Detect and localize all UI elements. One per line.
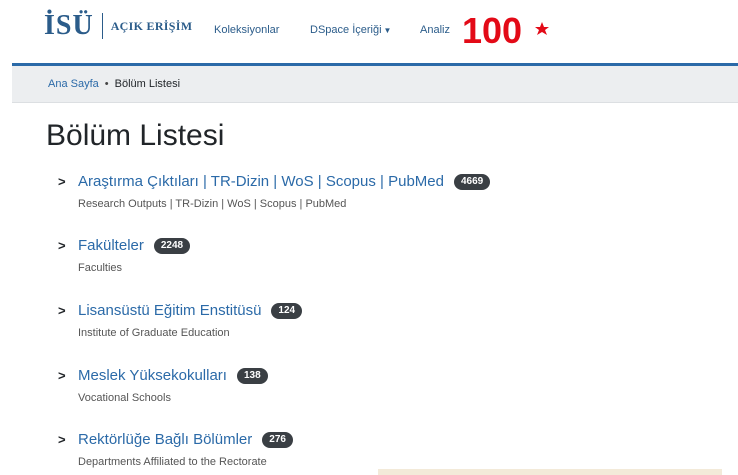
site-logo[interactable]: İSÜ AÇIK ERİŞİM [44, 12, 192, 40]
chevron-right-icon[interactable]: > [58, 303, 66, 318]
item-title-link[interactable]: Rektörlüğe Bağlı Bölümler [78, 430, 252, 450]
count-badge: 2248 [153, 238, 191, 254]
anniversary-100-text: 100 [462, 10, 522, 50]
logo-divider [101, 13, 103, 39]
count-badge: 4669 [453, 174, 491, 190]
breadcrumb-current: Bölüm Listesi [114, 78, 181, 90]
star-icon [535, 22, 549, 35]
logo-subtitle: AÇIK ERİŞİM [110, 18, 193, 33]
chevron-right-icon[interactable]: > [58, 238, 66, 253]
item-description: Institute of Graduate Education [78, 327, 230, 339]
item-description: Faculties [78, 262, 123, 274]
nav-dspace-dropdown[interactable]: DSpace İçeriği ▼ [310, 24, 391, 36]
nav-analiz[interactable]: Analiz [420, 24, 450, 36]
count-badge: 124 [271, 303, 303, 319]
breadcrumb-separator: • [104, 78, 109, 90]
item-title-link[interactable]: Fakülteler [78, 236, 144, 256]
breadcrumb: Ana Sayfa • Bölüm Listesi [12, 66, 738, 103]
item-description: Research Outputs | TR-Dizin | WoS | Scop… [78, 198, 347, 210]
nav-dspace-label: DSpace İçeriği [310, 24, 382, 36]
bottom-highlight-bar [378, 469, 722, 475]
item-title-link[interactable]: Meslek Yüksekokulları [78, 366, 227, 386]
chevron-right-icon[interactable]: > [58, 368, 66, 383]
item-description: Vocational Schools [78, 392, 171, 404]
count-badge: 276 [262, 432, 293, 448]
site-header: İSÜ AÇIK ERİŞİM Koleksiyonlar DSpace İçe… [0, 0, 738, 64]
breadcrumb-home[interactable]: Ana Sayfa [48, 78, 99, 90]
logo-isu-text: İSÜ [44, 10, 94, 41]
item-title-link[interactable]: Lisansüstü Eğitim Enstitüsü [78, 301, 261, 321]
anniversary-100-logo: 100 [462, 10, 549, 50]
chevron-right-icon[interactable]: > [58, 174, 66, 189]
item-title-link[interactable]: Araştırma Çıktıları | TR-Dizin | WoS | S… [78, 172, 444, 192]
chevron-right-icon[interactable]: > [58, 432, 66, 447]
item-description: Departments Affiliated to the Rectorate [78, 456, 267, 468]
nav-koleksiyonlar[interactable]: Koleksiyonlar [214, 24, 279, 36]
caret-down-icon: ▼ [383, 26, 392, 35]
count-badge: 138 [236, 368, 268, 384]
page-title: Bölüm Listesi [46, 119, 225, 152]
